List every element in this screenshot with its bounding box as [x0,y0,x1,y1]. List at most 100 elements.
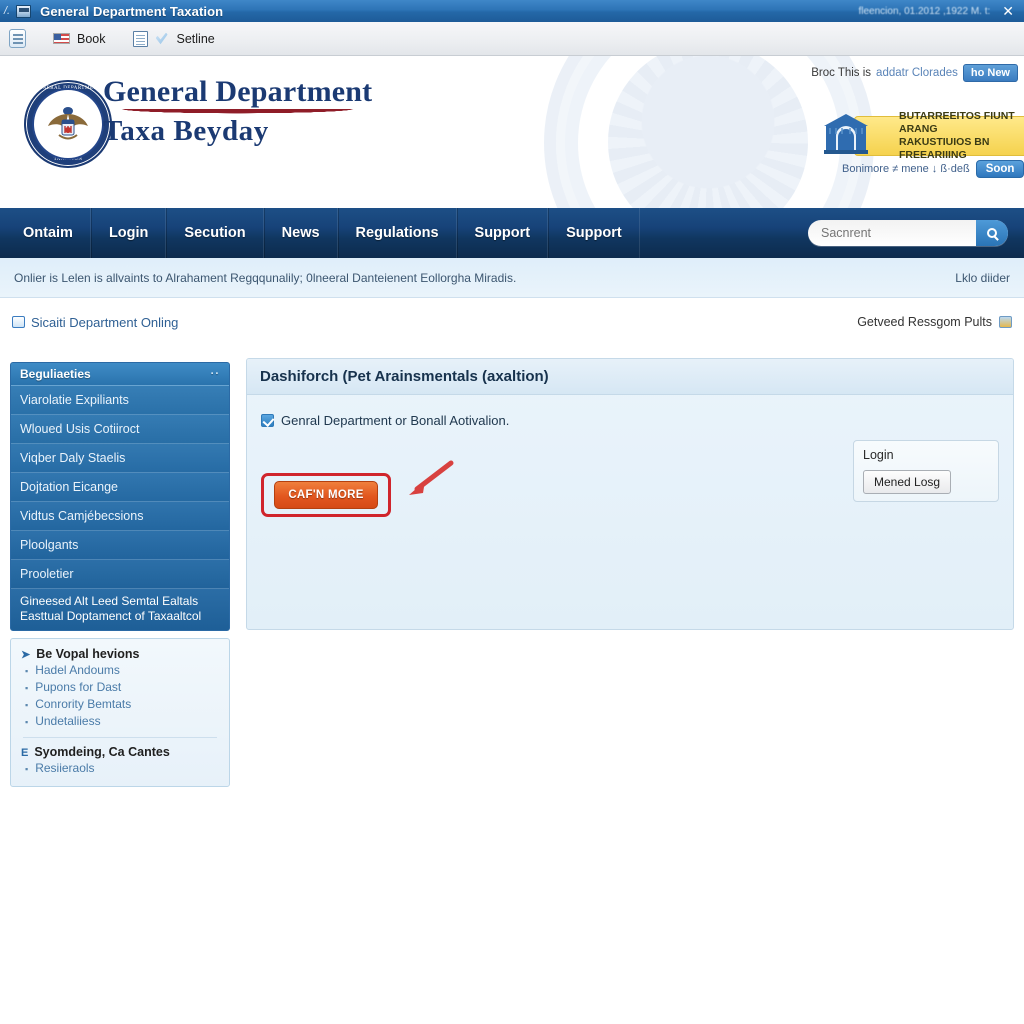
main-navigation: Ontaim Login Secution News Regulations S… [0,208,1024,258]
logo-divider [103,108,373,114]
app-icon [16,4,32,18]
bullet-icon: ▪ [25,665,29,676]
activation-checkbox-row[interactable]: Genral Department or Bonall Aotivalion. [261,413,999,428]
info-strip-right-link[interactable]: Lklo diider [955,271,1010,285]
info-strip-text: Onlier is Lelen is allvaints to Alrahame… [14,270,517,285]
results-icon [999,316,1012,328]
linkbox-g1-item-0: Hadel Andoums [35,662,120,677]
list-item[interactable]: ▪ Pupons for Dast [21,678,219,695]
promo-banner-line-1: BUTARREEITOS FIUNT ARANG [899,109,1015,135]
promo-footer: Bonimore ≠ mene ↓ ß·deß Soon [842,160,1024,178]
bullet-icon: ▪ [25,763,29,774]
search-box[interactable] [808,220,1008,246]
promo-top-line: Broc This is addatr Clorades ho New [811,64,1018,82]
sidebar-item-5[interactable]: Ploolgants [11,531,229,560]
page-icon[interactable] [132,30,148,47]
site-logo-text: General Department Taxa Beyday [103,75,373,147]
info-strip: Onlier is Lelen is allvaints to Alrahame… [0,258,1024,298]
list-item[interactable]: ▪ Undetaliiess [21,712,219,729]
promo-soon-button[interactable]: Soon [975,160,1024,178]
bullet-icon: ▪ [25,716,29,727]
promo-lead-text: Broc This is [811,67,872,79]
nav-item-secution[interactable]: Secution [166,208,264,258]
section-right-label: Getveed Ressgom Pults [857,315,992,329]
linkbox-group-1-title: Be Vopal hevions [36,647,140,661]
login-box: Login Mened Losg [853,440,999,502]
section-left[interactable]: Sicaiti Department Onling [12,315,178,330]
section-right[interactable]: Getveed Ressgom Pults [857,315,1012,329]
promo-footer-text: Bonimore ≠ mene ↓ ß·deß [842,163,970,175]
promo-new-button[interactable]: ho New [962,64,1018,82]
nav-item-login[interactable]: Login [90,208,167,258]
sidebar-item-2[interactable]: Viqber Daly Staelis [11,444,229,473]
form-icon[interactable] [9,29,26,48]
linkbox-g1-item-2: Conrority Bemtats [35,696,132,711]
agency-seal-logo: GENERAL DEPARTMENT TAXATION [24,80,112,168]
group-marker-icon: ➤ [21,649,31,661]
toolbar-item-setline[interactable]: Setline [177,32,215,46]
browser-toolbar: Book Setline [0,22,1024,56]
window-timestamp: fleencion, 01.2012 ,1922 M. t: [858,5,991,17]
sidebar-footer-line-1: Gineesed Alt Leed Semtal Ealtals [20,594,199,608]
login-button[interactable]: Mened Losg [863,470,952,494]
main-content-panel: Dashiforch (Pet Arainsmentals (axaltion)… [246,358,1014,630]
annotation-arrow-icon [409,460,454,495]
linkbox-group-2-header: E Syomdeing, Ca Cantes [21,745,219,759]
nav-item-ontaim[interactable]: Ontaim [6,208,91,258]
section-left-label: Sicaiti Department Onling [31,314,179,330]
nav-item-news[interactable]: News [263,208,338,258]
search-input[interactable] [808,221,968,245]
sidebar-item-1[interactable]: Wloued Usis Cotiiroct [11,415,229,444]
group-marker-icon-2: E [21,747,29,759]
sidebar-menu: Beguliaeties ·· Viarolatie Expiliants Wl… [10,362,230,632]
search-button[interactable] [976,220,1008,246]
list-item[interactable]: ▪ Resiieraols [21,759,219,776]
panel-body: Genral Department or Bonall Aotivalion. … [247,395,1013,629]
linkbox-g1-item-3: Undetaliiess [35,713,101,728]
page-title: Dashiforch (Pet Arainsmentals (axaltion) [260,368,549,385]
check-icon[interactable] [155,31,170,47]
sidebar-footer-item[interactable]: Gineesed Alt Leed Semtal Ealtals Easttua… [11,589,229,631]
close-icon[interactable]: ✕ [1000,4,1016,18]
learn-more-button[interactable]: CAF'N MORE [274,481,378,509]
toolbar-item-book[interactable]: Book [77,32,106,46]
search-icon [987,228,997,238]
list-item[interactable]: ▪ Hadel Andoums [21,661,219,678]
sidebar-item-3[interactable]: Dojtation Eicange [11,473,229,502]
activation-checkbox-label: Genral Department or Bonall Aotivalion. [281,413,510,428]
cta-highlight-box: CAF'N MORE [261,473,391,517]
list-item[interactable]: ▪ Conrority Bemtats [21,695,219,712]
promo-banner-line-2: RAKUSTIUIOS BN FREEARIIING [899,136,990,162]
window-title: General Department Taxation [40,3,224,19]
window-title-bar: /. General Department Taxation fleencion… [0,0,1024,22]
bullet-icon: ▪ [25,682,29,693]
nav-item-list: Ontaim Login Secution News Regulations S… [0,208,640,258]
activation-checkbox[interactable] [261,414,274,427]
sidebar-footer-line-2: Easttual Doptamenct of Taxaaltcol [20,608,202,623]
sidebar-item-0[interactable]: Viarolatie Expiliants [11,386,229,415]
promo-link[interactable]: addatr Clorades [876,67,958,79]
site-header: GENERAL DEPARTMENT TAXATION General Depa… [0,56,1024,208]
nav-item-regulations[interactable]: Regulations [337,208,457,258]
linkbox-g1-item-1: Pupons for Dast [35,679,122,694]
panel-header: Dashiforch (Pet Arainsmentals (axaltion) [247,359,1013,395]
sidebar-item-4[interactable]: Vidtus Camjébecsions [11,502,229,531]
login-box-title: Login [863,448,894,462]
monitor-icon [12,316,25,328]
sidebar-toggle-icon[interactable]: ·· [211,368,220,380]
bullet-icon: ▪ [25,699,29,710]
linkbox-group-1-header: ➤ Be Vopal hevions [21,647,219,661]
window-mark: /. [4,5,11,17]
nav-item-support-2[interactable]: Support [548,208,640,258]
bank-building-icon [824,114,868,154]
sidebar-item-6[interactable]: Prooletier [11,560,229,589]
section-header-row: Sicaiti Department Onling Getveed Ressgo… [0,300,1024,344]
promo-banner: BUTARREEITOS FIUNT ARANG RAKUSTIUIOS BN … [854,110,1024,161]
nav-item-support[interactable]: Support [456,208,549,258]
linkbox-group-2-title: Syomdeing, Ca Cantes [34,745,170,759]
flag-icon[interactable] [53,33,70,44]
logo-line-1: General Department [103,75,373,108]
logo-line-2: Taxa Beyday [103,114,269,147]
sidebar-header[interactable]: Beguliaeties ·· [11,363,229,386]
linkbox-divider [23,737,217,738]
